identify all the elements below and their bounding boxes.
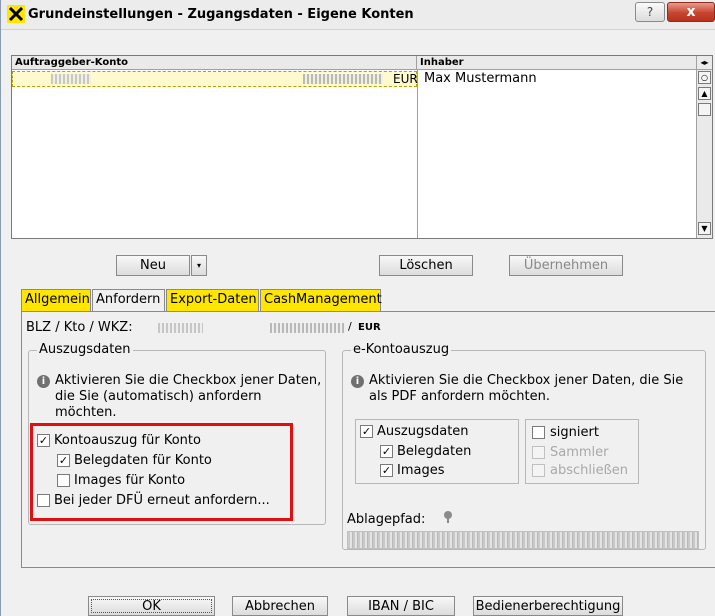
statements-info-text: Aktivieren Sie die Checkbox jener Daten,… [55,373,322,420]
help-button[interactable]: ? [635,2,665,22]
e-statement-group-title: e-Kontoauszug [351,342,452,357]
focus-outline [91,599,212,613]
e-statement-data-checkbox-label[interactable]: Auszugsdaten [377,425,469,439]
accounts-table: Auftraggeber-Konto Inhaber ◂▸ EUR Max Mu… [11,55,713,239]
account-cell[interactable]: EUR [12,71,418,87]
account-info-currency: EUR [358,322,381,333]
info-icon: i [37,375,50,388]
owner-cell: Max Mustermann [424,71,537,86]
close-statement-checkbox-label: abschließen [550,463,629,478]
redacted-bank-code [51,74,91,84]
ok-button[interactable]: OK [88,596,215,616]
collector-checkbox-label: Sammler [550,445,609,460]
new-dropdown-icon[interactable]: ▾ [191,255,207,276]
redacted-bank-code [158,323,203,333]
table-row[interactable]: EUR Max Mustermann [12,71,696,87]
info-icon: i [351,375,364,388]
storage-path-field[interactable] [347,531,699,549]
column-header-account[interactable]: Auftraggeber-Konto [12,56,417,70]
window-title: Grundeinstellungen - Zugangsdaten - Eige… [28,7,414,22]
raiffeisen-cross-icon [7,5,25,23]
e-statement-info-text: Aktivieren Sie die Checkbox jener Daten,… [369,373,684,404]
title-bar[interactable]: Grundeinstellungen - Zugangsdaten - Eige… [1,0,715,30]
e-voucher-data-checkbox[interactable]: ✓ [380,445,393,458]
operator-permissions-button[interactable]: Bedienerberechtigung [473,596,623,616]
e-statement-data-box: ✓ Auszugsdaten ✓ Belegdaten ✓ Images [355,419,519,484]
tab-allgemein[interactable]: Allgemein [21,289,91,311]
e-statement-group: e-Kontoauszug i Aktivieren Sie die Check… [342,342,706,550]
close-button[interactable]: x [667,2,715,22]
signed-checkbox-label[interactable]: signiert [550,426,599,440]
delete-button[interactable]: Löschen [379,255,473,276]
scroll-down-icon[interactable]: ▼ [698,222,711,235]
column-divider [417,70,418,238]
e-voucher-data-checkbox-label[interactable]: Belegdaten [397,445,471,459]
pin-icon[interactable] [441,510,455,524]
tab-export-daten[interactable]: Export-Daten [166,289,259,311]
storage-path-label: Ablagepfad: [347,512,426,527]
redacted-account-number [270,323,346,333]
dialog-window: Grundeinstellungen - Zugangsdaten - Eige… [0,0,715,616]
statements-group-title: Auszugsdaten [37,342,133,357]
redacted-account-number [303,74,383,84]
e-images-checkbox-label[interactable]: Images [397,464,445,478]
cancel-button[interactable]: Abbrechen [232,596,328,616]
e-statement-data-checkbox[interactable]: ✓ [360,425,373,438]
close-statement-checkbox [532,464,545,477]
e-images-checkbox[interactable]: ✓ [380,464,393,477]
new-button[interactable]: Neu [116,255,190,276]
e-statement-sign-box: signiert Sammler abschließen [525,419,639,484]
vertical-scrollbar[interactable]: ○ ▲ ▼ [696,70,712,238]
tab-anfordern[interactable]: Anfordern [92,289,165,312]
signed-checkbox[interactable] [532,426,545,439]
iban-bic-button[interactable]: IBAN / BIC [347,596,455,616]
scroll-thumb[interactable] [698,103,711,116]
currency-cell: EUR [393,72,418,86]
highlight-frame [30,423,293,521]
account-info-label: BLZ / Kto / WKZ: [26,320,133,335]
scroll-options-icon[interactable]: ○ [698,71,711,84]
apply-button[interactable]: Übernehmen [509,255,623,276]
column-header-owner[interactable]: Inhaber [417,56,696,70]
account-info-separator: / [348,320,352,333]
column-scroll-arrows-icon[interactable]: ◂▸ [696,56,712,70]
scroll-up-icon[interactable]: ▲ [698,87,711,100]
tab-cashmanagement[interactable]: CashManagement [260,289,382,311]
collector-checkbox [532,446,545,459]
